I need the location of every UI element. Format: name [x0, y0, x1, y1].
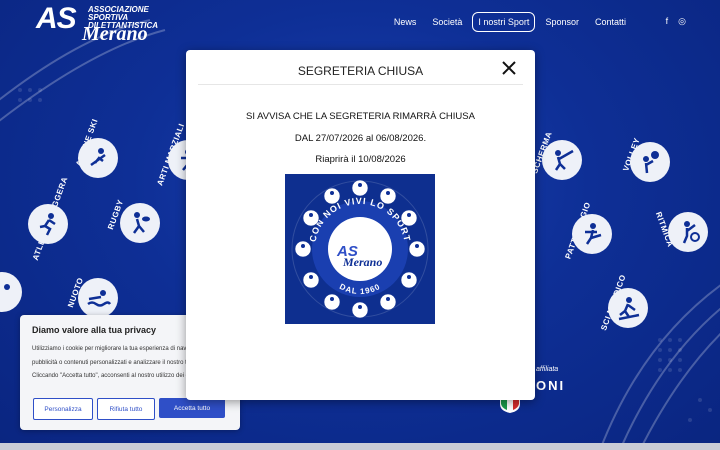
emblem-merano-text: Merano	[342, 255, 382, 269]
nav-item-i-nostri-sport[interactable]: I nostri Sport	[472, 12, 536, 32]
fencing-icon	[554, 149, 574, 171]
sport-badge-nuoto[interactable]	[78, 278, 118, 318]
nav-item-contatti[interactable]: Contatti	[589, 12, 632, 32]
nav-item-news[interactable]: News	[388, 12, 423, 32]
close-icon[interactable]	[499, 58, 519, 78]
logo-as-text: AS	[36, 2, 77, 35]
sport-badge-alpine-ski[interactable]	[78, 138, 118, 178]
swimmer-icon	[87, 290, 111, 307]
modal-line-dates: DAL 27/07/2026 al 06/08/2026.	[294, 133, 427, 144]
modal-line-reopen: Riaprirà il 10/08/2026	[315, 154, 406, 165]
bottom-bar	[0, 443, 720, 450]
main-nav: News Società I nostri Sport Sponsor Cont…	[384, 12, 632, 32]
cookie-customize-button[interactable]: Personalizza	[33, 398, 93, 420]
cookie-accept-button[interactable]: Accetta tutto	[159, 398, 225, 418]
cookie-title: Diamo valore alla tua privacy	[32, 325, 157, 335]
site-logo[interactable]: AS ASSOCIAZIONE SPORTIVA DILETTANTISTICA…	[36, 2, 166, 45]
facebook-icon[interactable]: f	[666, 16, 669, 27]
affiliation-text: affiliata	[536, 366, 559, 373]
nordic-ski-icon	[618, 297, 640, 321]
sport-badge-rugby[interactable]	[120, 203, 160, 243]
sport-badge-ritmica[interactable]	[668, 212, 708, 252]
sport-badge-sci-nordico[interactable]	[608, 288, 648, 328]
athlete-icon	[4, 284, 10, 290]
cookie-reject-button[interactable]: Rifiuta tutto	[97, 398, 155, 420]
sport-badge-pattinaggio[interactable]	[572, 214, 612, 254]
sport-badge-volley[interactable]	[630, 142, 670, 182]
top-navigation-bar: AS ASSOCIAZIONE SPORTIVA DILETTANTISTICA…	[0, 0, 720, 45]
skating-icon	[585, 223, 602, 245]
notice-modal: SEGRETERIA CHIUSA SI AVVISA CHE LA SEGRE…	[186, 50, 535, 400]
instagram-icon[interactable]: ◎	[678, 16, 686, 27]
social-links: f ◎	[666, 16, 686, 27]
rugby-icon	[132, 212, 150, 234]
modal-image: CON NOI VIVI LO SPORT DAL 1960 AS Merano	[285, 174, 435, 324]
club-emblem-graphic: CON NOI VIVI LO SPORT DAL 1960 AS Merano	[285, 174, 435, 324]
modal-title: SEGRETERIA CHIUSA	[297, 64, 424, 78]
modal-line-notice: SI AVVISA CHE LA SEGRETERIA RIMARRÀ CHIU…	[246, 111, 475, 122]
logo-merano-text: Merano	[82, 23, 148, 45]
rhythmic-gymnastics-icon	[682, 221, 700, 244]
runner-icon	[39, 213, 56, 236]
modal-divider	[198, 84, 523, 85]
sport-badge-atletica[interactable]	[28, 204, 68, 244]
sport-badge-scherma[interactable]	[542, 140, 582, 180]
nav-item-societa[interactable]: Società	[426, 12, 468, 32]
nav-item-sponsor[interactable]: Sponsor	[539, 12, 585, 32]
volleyball-icon	[643, 151, 659, 174]
affiliation-name: ONI	[536, 378, 566, 393]
skier-icon	[90, 148, 106, 167]
